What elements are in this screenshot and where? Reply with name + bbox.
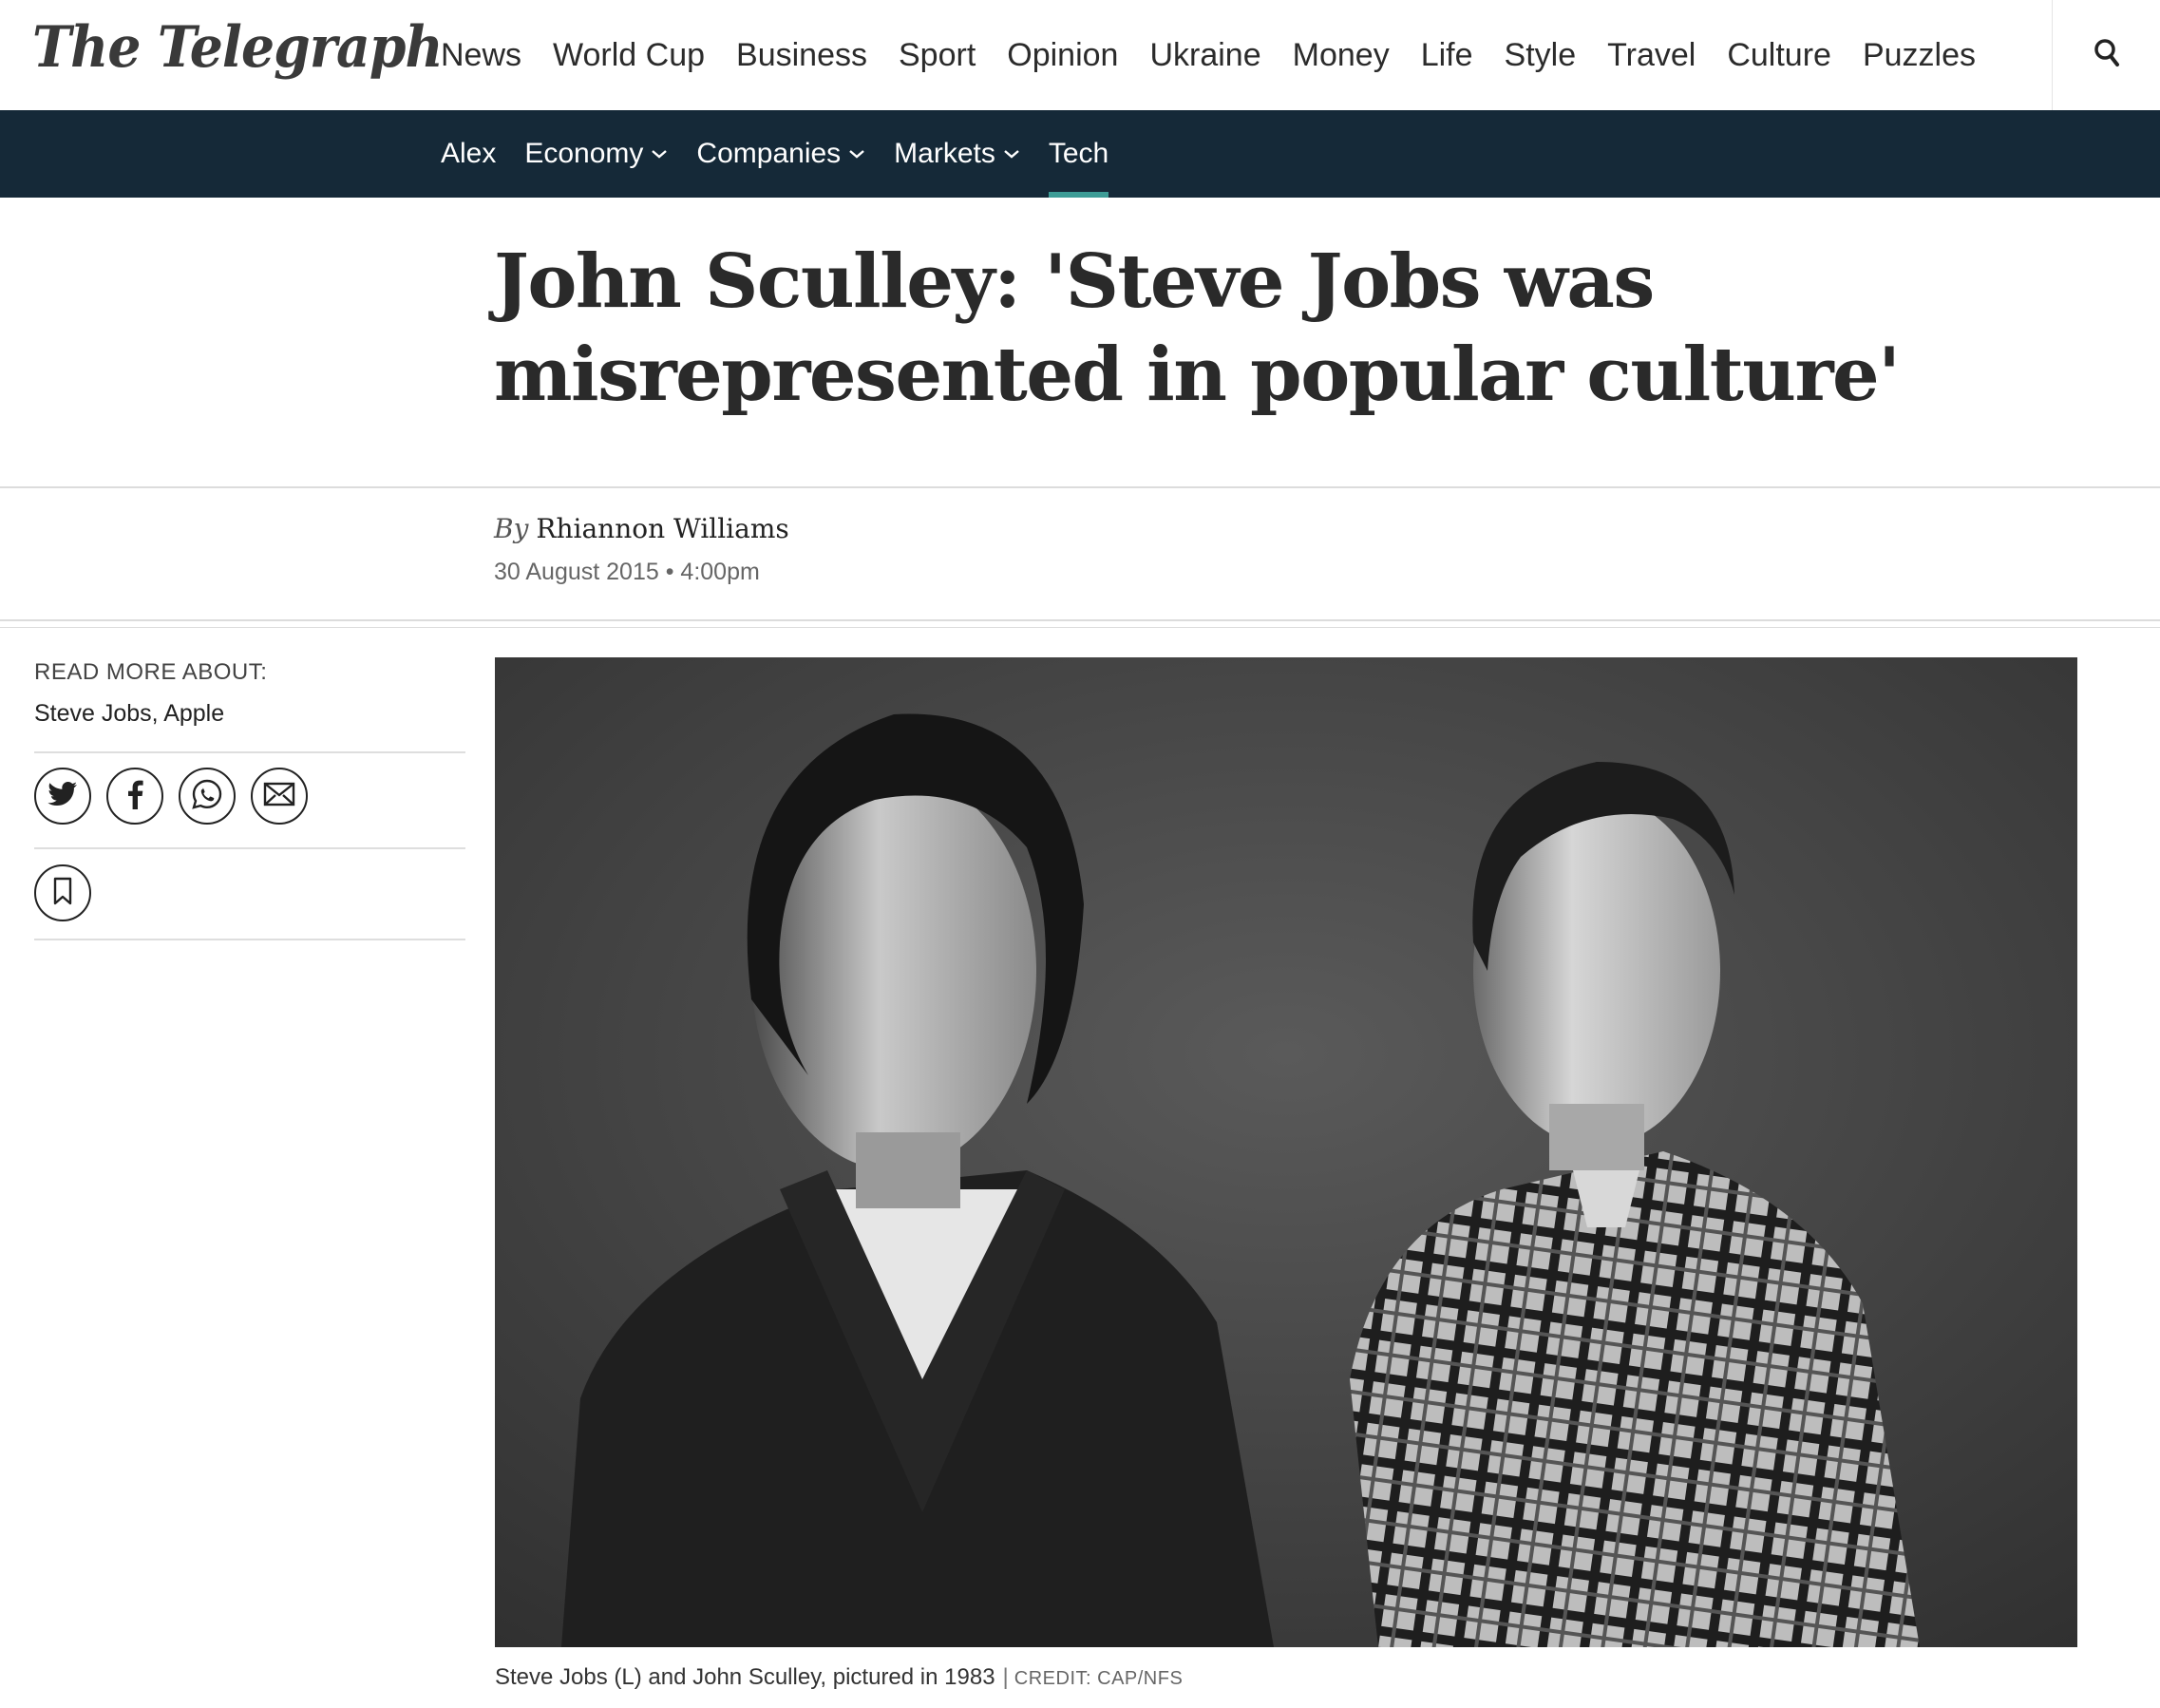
bookmark-button[interactable] — [34, 864, 91, 921]
share-twitter-button[interactable] — [34, 768, 91, 825]
main-nav-item-opinion[interactable]: Opinion — [1007, 8, 1118, 103]
read-more-topics[interactable]: Steve Jobs, Apple — [34, 700, 224, 728]
subnav-item-label: Companies — [696, 138, 842, 169]
main-nav-item-style[interactable]: Style — [1505, 8, 1577, 103]
share-whatsapp-button[interactable] — [179, 768, 236, 825]
whatsapp-icon — [191, 778, 223, 815]
divider — [34, 751, 465, 753]
main-nav-item-sport[interactable]: Sport — [899, 8, 976, 103]
main-nav-item-world-cup[interactable]: World Cup — [553, 8, 705, 103]
share-facebook-button[interactable] — [106, 768, 163, 825]
main-nav-item-ukraine[interactable]: Ukraine — [1149, 8, 1260, 103]
twitter-icon — [47, 781, 78, 812]
main-nav-item-culture[interactable]: Culture — [1727, 8, 1831, 103]
article-headline: John Sculley: 'Steve Jobs was misreprese… — [494, 238, 1901, 418]
main-nav-item-business[interactable]: Business — [736, 8, 867, 118]
telegraph-logo[interactable]: The Telegraph — [32, 11, 444, 84]
subnav-item-companies[interactable]: Companies — [696, 110, 865, 198]
main-navigation: News World Cup Business Sport Opinion Ukraine… — [441, 0, 2007, 118]
section-subnav: Alex Economy Companies Markets Tech — [0, 110, 2160, 198]
subnav-item-label: Alex — [441, 138, 497, 169]
caption-separator: | — [1002, 1664, 1009, 1690]
divider — [34, 847, 465, 849]
subnav-item-tech[interactable]: Tech — [1048, 110, 1109, 198]
publish-date: 30 August 2015 • 4:00pm — [494, 559, 760, 585]
subnav-item-label: Markets — [894, 138, 995, 169]
photo-caption: Steve Jobs (L) and John Sculley, picture… — [495, 1664, 1183, 1691]
byline-prefix: By — [494, 513, 529, 544]
search-button[interactable] — [2052, 0, 2160, 110]
main-nav-item-puzzles[interactable]: Puzzles — [1863, 8, 1976, 103]
subnav-item-economy[interactable]: Economy — [524, 110, 668, 198]
chevron-down-icon — [1003, 148, 1020, 160]
divider — [34, 939, 465, 940]
divider — [0, 619, 2160, 621]
subnav-item-label: Economy — [524, 138, 644, 169]
author-link[interactable]: Rhiannon Williams — [536, 513, 788, 544]
read-more-label: READ MORE ABOUT: — [34, 659, 268, 685]
subnav-item-markets[interactable]: Markets — [894, 110, 1020, 198]
divider — [0, 627, 2160, 628]
photo-illustration — [495, 657, 2077, 1647]
site-header: The Telegraph News World Cup Business Sport… — [0, 0, 2160, 118]
email-icon — [263, 782, 295, 811]
facebook-icon — [125, 779, 144, 814]
photo-credit: CREDIT: CAP/NFS — [1014, 1668, 1184, 1689]
main-nav-item-life[interactable]: Life — [1421, 8, 1473, 103]
main-nav-item-news[interactable]: News — [441, 8, 521, 103]
share-buttons — [34, 768, 308, 825]
article-photo — [495, 657, 2077, 1647]
search-icon — [2093, 37, 2121, 74]
chevron-down-icon — [651, 148, 668, 160]
bookmark-icon — [52, 877, 73, 910]
share-email-button[interactable] — [251, 768, 308, 825]
subnav-item-alex[interactable]: Alex — [441, 110, 496, 198]
divider — [0, 486, 2160, 488]
main-nav-item-money[interactable]: Money — [1293, 8, 1390, 103]
bookmark-circle[interactable] — [34, 864, 91, 921]
chevron-down-icon — [848, 148, 865, 160]
subnav-item-label: Tech — [1048, 138, 1109, 169]
subnav-row: Alex Economy Companies Markets Tech — [441, 110, 1137, 198]
caption-text: Steve Jobs (L) and John Sculley, picture… — [495, 1664, 995, 1690]
main-nav-item-travel[interactable]: Travel — [1607, 8, 1696, 103]
byline: By Rhiannon Williams — [494, 513, 789, 544]
